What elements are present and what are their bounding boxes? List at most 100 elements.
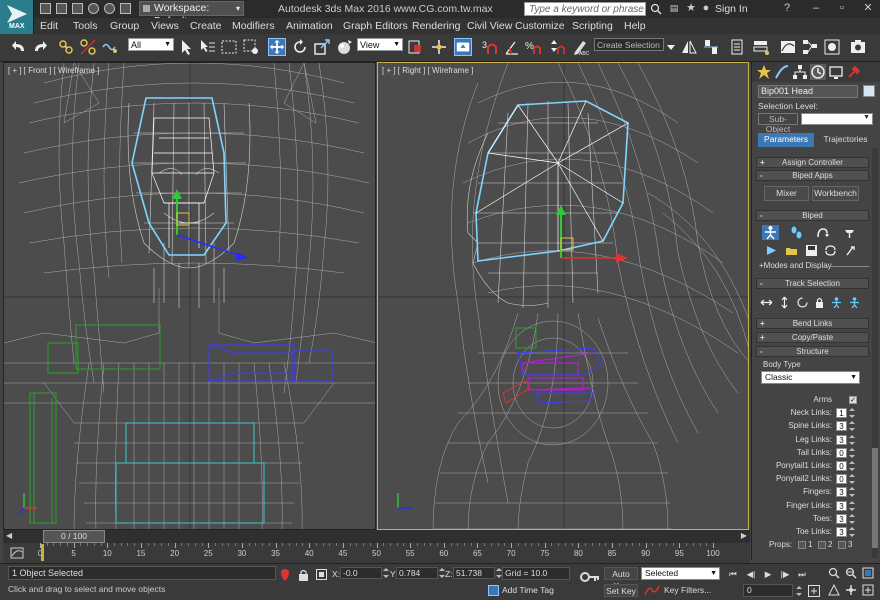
auto-key-button[interactable]: Auto Key	[604, 567, 638, 591]
scene-explorer-icon[interactable]	[728, 38, 746, 56]
finger-links-spinner[interactable]	[849, 500, 855, 511]
sub-object-dropdown[interactable]: ▼	[801, 113, 873, 125]
leg-links-spinner[interactable]	[849, 434, 855, 445]
frame-spinner[interactable]	[796, 586, 802, 596]
menu-edit[interactable]: Edit	[40, 20, 58, 32]
key-mode-dropdown[interactable]: Selected ▼	[641, 567, 720, 580]
set-keys-key-icon[interactable]	[580, 569, 600, 585]
body-rotation-icon[interactable]	[796, 296, 809, 309]
select-object-icon[interactable]	[178, 38, 196, 56]
redo-icon[interactable]	[31, 38, 49, 56]
spine-links-spinner[interactable]	[849, 421, 855, 432]
unlink-selection-icon[interactable]	[79, 38, 97, 56]
workspace-dropdown[interactable]: Workspace: Default ▾	[139, 1, 244, 27]
align-icon[interactable]	[702, 38, 720, 56]
mixer-mode-icon[interactable]	[843, 226, 856, 239]
tab-parameters[interactable]: Parameters	[758, 133, 814, 147]
tail-links-spinner[interactable]	[849, 447, 855, 458]
mirror-icon[interactable]	[680, 38, 698, 56]
viewport-label-front[interactable]: [ + ] [ Front ] [ Wireframe ]	[8, 66, 99, 75]
redo-small-icon[interactable]	[104, 3, 115, 14]
add-time-tag-button[interactable]: Add Time Tag	[502, 585, 554, 595]
time-slider-knob[interactable]: 0 / 100	[43, 530, 105, 543]
toes-field[interactable]: 3	[836, 513, 847, 524]
menu-create[interactable]: Create	[190, 20, 222, 32]
neck-links-field[interactable]: 1	[836, 408, 847, 419]
finger-links-field[interactable]: 3	[836, 500, 847, 511]
zoom-extents-icon[interactable]	[862, 567, 874, 579]
figure-mode-icon[interactable]	[762, 225, 779, 240]
help-icon[interactable]: ?	[779, 1, 795, 16]
angle-snap-toggle-icon[interactable]	[503, 38, 521, 56]
viewport-front[interactable]: [ + ] [ Front ] [ Wireframe ]	[3, 62, 376, 530]
layer-explorer-icon[interactable]	[752, 38, 770, 56]
current-frame-field[interactable]: 0	[743, 584, 793, 597]
body-horizontal-icon[interactable]	[760, 296, 773, 309]
material-editor-icon[interactable]	[823, 38, 841, 56]
open-file-icon[interactable]	[56, 3, 67, 14]
time-tag-icon[interactable]	[488, 585, 499, 596]
arms-checkbox[interactable]: ✓	[849, 396, 857, 404]
rollout-copy-paste[interactable]: + Copy/Paste	[756, 332, 869, 343]
command-panel-scrollbar[interactable]	[872, 148, 878, 558]
modes-and-display-rollout[interactable]: +Modes and Display	[759, 261, 832, 270]
prop2-checkbox[interactable]	[818, 541, 826, 549]
named-selection-set-input[interactable]: Create Selection Se	[594, 38, 664, 51]
curve-editor-icon[interactable]	[779, 38, 797, 56]
biped-playback-icon[interactable]	[765, 244, 778, 257]
new-file-icon[interactable]	[40, 3, 51, 14]
menu-customize[interactable]: Customize	[515, 20, 565, 32]
leg-links-field[interactable]: 3	[836, 434, 847, 445]
keyboard-shortcut-override-icon[interactable]	[454, 38, 472, 56]
minimize-icon[interactable]: –	[808, 1, 824, 16]
isolate-selection-icon[interactable]	[280, 569, 290, 581]
key-filters-button[interactable]: Key Filters...	[664, 585, 711, 595]
chevron-down-icon[interactable]	[667, 38, 675, 56]
menu-modifiers[interactable]: Modifiers	[232, 20, 275, 32]
zoom-icon[interactable]	[828, 567, 840, 579]
sign-in-link[interactable]: Sign In	[715, 3, 748, 15]
absolute-mode-transform-icon[interactable]	[316, 569, 327, 580]
viewport-right[interactable]: [ + ] [ Right ] [ Wireframe ]	[377, 62, 749, 530]
viewport-label-right[interactable]: [ + ] [ Right ] [ Wireframe ]	[382, 66, 473, 75]
mixer-button[interactable]: Mixer	[764, 186, 809, 201]
z-coordinate-field[interactable]: 51.738	[453, 567, 495, 579]
toe-links-field[interactable]: 3	[836, 527, 847, 537]
create-panel-icon[interactable]	[756, 64, 772, 80]
toe-links-spinner[interactable]	[849, 527, 855, 537]
body-vertical-icon[interactable]	[778, 296, 791, 309]
modify-panel-icon[interactable]	[774, 64, 790, 80]
search-input[interactable]: Type a keyword or phrase	[524, 2, 646, 16]
lock-cob-keying-icon[interactable]	[813, 296, 826, 309]
toes-spinner[interactable]	[849, 513, 855, 524]
pan-view-icon[interactable]	[845, 584, 857, 596]
ponytail1-links-spinner[interactable]	[849, 461, 855, 471]
menu-rendering[interactable]: Rendering	[412, 20, 460, 32]
rollout-structure[interactable]: - Structure	[756, 346, 869, 357]
project-folder-icon[interactable]	[120, 3, 131, 14]
app-logo-button[interactable]: MAX	[0, 0, 34, 34]
fingers-field[interactable]: 3	[836, 487, 847, 498]
menu-tools[interactable]: Tools	[73, 20, 98, 32]
prop1-checkbox[interactable]	[798, 541, 806, 549]
ponytail2-links-field[interactable]: 0	[836, 474, 847, 485]
utilities-panel-icon[interactable]	[846, 64, 862, 80]
mini-curve-editor-icon[interactable]	[10, 546, 24, 560]
restore-icon[interactable]: ▫	[834, 1, 850, 16]
symmetrical-icon[interactable]	[830, 296, 843, 309]
infocenter-icon[interactable]: ▤	[666, 1, 682, 16]
previous-key-icon[interactable]: ◀|	[745, 568, 757, 580]
workbench-button[interactable]: Workbench	[812, 186, 859, 201]
x-spinner[interactable]	[383, 568, 389, 578]
select-and-place-icon[interactable]	[336, 38, 354, 56]
maximize-viewport-icon[interactable]	[862, 584, 874, 596]
select-by-name-icon[interactable]	[198, 38, 216, 56]
select-and-move-icon[interactable]	[268, 38, 286, 56]
menu-help[interactable]: Help	[624, 20, 646, 32]
play-icon[interactable]: ▶	[762, 568, 774, 580]
rollout-track-selection[interactable]: - Track Selection	[756, 278, 869, 289]
spine-links-field[interactable]: 3	[836, 421, 847, 432]
ponytail1-links-field[interactable]: 0	[836, 461, 847, 471]
select-and-manipulate-icon[interactable]	[430, 38, 448, 56]
rollout-biped-apps[interactable]: - Biped Apps	[756, 170, 869, 181]
